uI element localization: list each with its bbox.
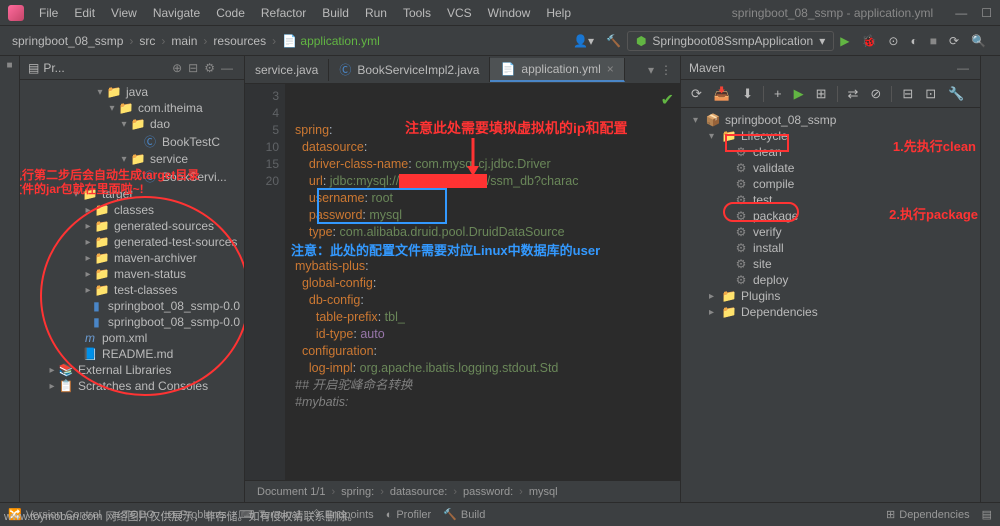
run-maven-icon[interactable]: ▶ (790, 84, 808, 104)
add-icon[interactable]: + (770, 84, 786, 103)
download-icon[interactable]: ⬇ (738, 84, 757, 104)
code-editor[interactable]: spring: datasource: driver-class-name: c… (285, 84, 680, 480)
editor-breadcrumb: Document 1/1 spring: datasource: passwor… (245, 480, 680, 502)
maximize-icon[interactable]: ☐ (981, 6, 992, 20)
crumb-main[interactable]: main (167, 34, 201, 48)
watermark: www.toymoban.com 网络图片仅供展示，非存储。如有侵权请联系删除。 (4, 508, 358, 524)
menu-edit[interactable]: Edit (67, 4, 102, 22)
debug-icon[interactable]: 🐞 (855, 30, 882, 52)
hide-icon[interactable]: — (954, 61, 972, 75)
show-deps-icon[interactable]: ⊡ (921, 84, 940, 104)
toggle-skip-icon[interactable]: ⇄ (844, 84, 863, 104)
left-tool-strip: ■ (0, 56, 20, 502)
tab-service[interactable]: service.java (245, 59, 329, 81)
project-tool-icon[interactable]: ■ (6, 60, 12, 71)
right-tool-strip (980, 56, 1000, 502)
titlebar: File Edit View Navigate Code Refactor Bu… (0, 0, 1000, 26)
event-log-icon[interactable]: ▤ (982, 508, 992, 521)
run-config-selector[interactable]: ⬢ Springboot08SsmpApplication ▾ (627, 31, 834, 51)
skip-tests-icon[interactable]: ⊘ (866, 84, 885, 104)
navigation-bar: springboot_08_ssmp src main resources 📄 … (0, 26, 1000, 56)
minimize-icon[interactable]: — (955, 6, 967, 20)
annotation-user: 注意：此处的配置文件需要对应Linux中数据库的user (291, 242, 600, 259)
menu-code[interactable]: Code (209, 4, 252, 22)
search-icon[interactable]: 🔍 (965, 30, 992, 52)
crumb-resources[interactable]: resources (209, 34, 270, 48)
project-panel: ▤ Pr... ⊕ ⊟ ⚙ — ▾📁java ▾📁com.itheima ▾📁d… (20, 56, 245, 502)
chevron-down-icon: ▾ (819, 34, 825, 48)
update-icon[interactable]: ⟳ (943, 30, 965, 52)
run-icon[interactable]: ▶ (834, 30, 855, 52)
menu-help[interactable]: Help (539, 4, 578, 22)
coverage-icon[interactable]: ⊙ (882, 30, 904, 52)
dependencies-button[interactable]: ⊞ Dependencies (886, 508, 970, 521)
menu-vcs[interactable]: VCS (440, 4, 479, 22)
menu-run[interactable]: Run (358, 4, 394, 22)
annotation-clean: 1.先执行clean (893, 136, 976, 155)
menu-view[interactable]: View (104, 4, 144, 22)
hide-icon[interactable]: — (218, 61, 236, 75)
menu-navigate[interactable]: Navigate (146, 4, 207, 22)
settings-icon[interactable]: ⚙ (201, 61, 218, 75)
collapse-all-icon[interactable]: ⊟ (898, 84, 917, 104)
user-icon[interactable]: 👤▾ (567, 30, 600, 52)
chevron-down-icon[interactable]: ▾ (648, 63, 654, 77)
build-button[interactable]: 🔨 Build (443, 508, 485, 521)
maven-toolbar: ⟳ 📥 ⬇ + ▶ ⊞ ⇄ ⊘ ⊟ ⊡ 🔧 (681, 80, 980, 108)
crumb-src[interactable]: src (135, 34, 159, 48)
crumb-file[interactable]: 📄 application.yml (278, 34, 384, 48)
line-gutter: 345101520 (245, 84, 285, 480)
maven-panel: Maven — ⟳ 📥 ⬇ + ▶ ⊞ ⇄ ⊘ ⊟ ⊡ 🔧 ▾📦springbo… (680, 56, 980, 502)
menu-file[interactable]: File (32, 4, 65, 22)
annotation-target: 执行第二步后会自动生成target目录 文件的jar包就在里面啦~! (20, 168, 199, 196)
editor-area: service.java ⒸBookServiceImpl2.java 📄app… (245, 56, 680, 502)
profiler-button[interactable]: ◐ Profiler (386, 509, 432, 521)
arrow-icon (463, 138, 483, 176)
annotation-package: 2.执行package (889, 204, 978, 223)
profile-icon[interactable]: ◐ (904, 30, 923, 52)
menu-window[interactable]: Window (481, 4, 538, 22)
editor-tabs: service.java ⒸBookServiceImpl2.java 📄app… (245, 56, 680, 84)
reload-icon[interactable]: ⟳ (687, 84, 706, 104)
app-logo-icon (8, 5, 24, 21)
select-opened-icon[interactable]: ⊕ (169, 61, 185, 75)
menu-refactor[interactable]: Refactor (254, 4, 313, 22)
menu-tools[interactable]: Tools (396, 4, 438, 22)
maven-panel-title: Maven (689, 61, 954, 75)
execute-icon[interactable]: ⊞ (812, 84, 831, 104)
settings-icon[interactable]: 🔧 (944, 84, 968, 104)
close-icon[interactable]: × (607, 62, 614, 76)
tab-application-yml[interactable]: 📄application.yml× (490, 58, 624, 82)
annotation-ip: 注意此处需要填拟虚拟机的ip和配置 (405, 120, 627, 137)
crumb-project[interactable]: springboot_08_ssmp (8, 34, 127, 48)
project-tool-icon: ▤ (28, 61, 39, 75)
hammer-icon[interactable]: 🔨 (600, 30, 627, 52)
generate-icon[interactable]: 📥 (710, 84, 734, 104)
more-icon[interactable]: ⋮ (660, 63, 672, 77)
window-title: springboot_08_ssmp - application.yml (732, 6, 953, 20)
project-panel-title: Pr... (43, 61, 169, 75)
collapse-icon[interactable]: ⊟ (185, 61, 201, 75)
project-tree[interactable]: ▾📁java ▾📁com.itheima ▾📁dao ⒸBookTestC ▾📁… (20, 80, 244, 398)
status-ok-icon: ✔ (661, 90, 674, 110)
stop-icon[interactable]: ■ (924, 30, 943, 52)
menu-build[interactable]: Build (315, 4, 356, 22)
tab-bookservice[interactable]: ⒸBookServiceImpl2.java (329, 57, 490, 82)
